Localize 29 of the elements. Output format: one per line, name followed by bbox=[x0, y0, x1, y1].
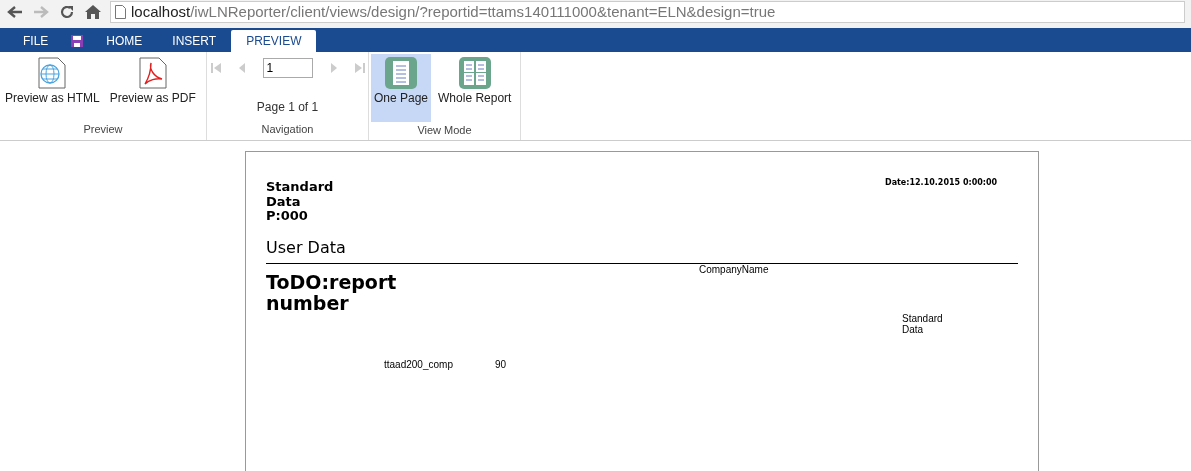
page-icon bbox=[115, 5, 126, 19]
report-date: Date:12.10.2015 0:00:00 bbox=[885, 179, 998, 188]
html-preview-button[interactable]: Preview as HTML bbox=[2, 54, 103, 121]
group-label: Preview bbox=[82, 121, 124, 137]
ribbon-tab[interactable]: HOME bbox=[91, 30, 158, 52]
reload-icon[interactable] bbox=[58, 3, 76, 21]
group-label: Navigation bbox=[260, 121, 315, 137]
pdf-preview-button[interactable]: Preview as PDF bbox=[106, 54, 199, 121]
ribbon-tab[interactable]: FILE bbox=[8, 30, 64, 52]
page-count-text: Page 1 of 1 bbox=[256, 99, 319, 116]
group-label: View Mode bbox=[416, 123, 473, 138]
single-page-icon bbox=[385, 57, 417, 89]
one-page-button[interactable]: One Page bbox=[371, 54, 432, 122]
ribbon-tab[interactable]: PREVIEW bbox=[231, 30, 317, 52]
home-icon[interactable] bbox=[84, 3, 102, 21]
two-pages-icon bbox=[458, 57, 491, 89]
globe-document-icon bbox=[38, 57, 67, 89]
whole-report-button[interactable]: Whole Report bbox=[435, 54, 515, 122]
back-icon[interactable] bbox=[6, 3, 24, 21]
field-value: 90 bbox=[495, 359, 507, 371]
pdf-document-icon bbox=[138, 57, 167, 89]
report-title: Standard Data P:000 bbox=[266, 180, 334, 224]
report-number: ToDO:report number bbox=[266, 272, 397, 315]
field-label: CompanyName bbox=[699, 264, 769, 276]
address-bar[interactable]: localhost/iwLNReporter/client/views/design/?reportid=ttams140111000&tenant=ELN&design=true bbox=[110, 1, 1185, 23]
section-title: User Data bbox=[266, 239, 346, 257]
field-label: Standard Data bbox=[902, 313, 943, 336]
ribbon-tab[interactable]: INSERT bbox=[157, 30, 232, 52]
field-label: ttaad200_comp bbox=[384, 359, 453, 371]
